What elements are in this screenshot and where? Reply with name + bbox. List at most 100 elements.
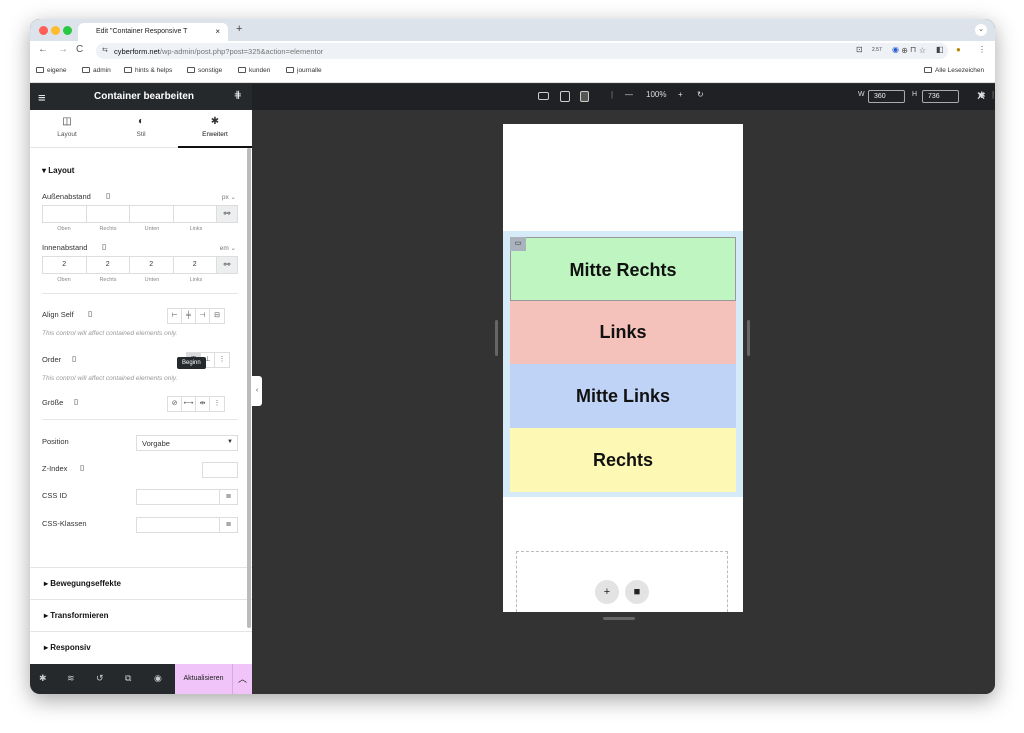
address-bar[interactable]: ⇆ cyberform.net/wp-admin/post.php?post=3… — [96, 43, 948, 59]
order-custom-icon[interactable]: ⋮ — [215, 353, 229, 367]
puzzle-icon[interactable]: ⊓ — [910, 45, 916, 54]
responsive-device-icon[interactable]: ▯ — [106, 191, 110, 200]
bookmark-star-icon[interactable]: ☆ — [919, 46, 926, 55]
zoom-out-icon[interactable]: — — [625, 90, 633, 99]
zoom-window-button[interactable] — [63, 26, 72, 35]
margin-unit-select[interactable]: px ⌄ — [222, 193, 236, 201]
reload-icon[interactable]: C — [76, 44, 83, 55]
z-index-input[interactable] — [202, 462, 238, 478]
resize-handle-right[interactable] — [747, 320, 750, 356]
sidepanel-icon[interactable]: ◧ — [936, 45, 944, 54]
dynamic-tags-icon[interactable]: ≣ — [219, 490, 237, 504]
css-classes-input[interactable]: ≣ — [136, 517, 238, 533]
tab-style[interactable]: ◐ Stil — [104, 110, 178, 148]
collapse-panel-button[interactable]: ‹ — [252, 376, 262, 406]
browser-tab[interactable]: Edit "Container Responsive T × — [78, 23, 228, 41]
password-icon[interactable]: ◉ — [892, 45, 899, 54]
extension-badge[interactable]: 2.57 — [872, 47, 882, 53]
desktop-icon[interactable]: d — [538, 92, 549, 100]
responsive-mode-icon[interactable]: ⧉ — [125, 673, 131, 684]
tablet-icon[interactable]: t — [560, 91, 570, 102]
section-layout-toggle[interactable]: ▾ Layout — [42, 166, 74, 175]
resize-handle-bottom[interactable] — [603, 617, 635, 620]
align-start-icon[interactable]: ⊢ — [168, 309, 182, 323]
close-window-button[interactable] — [39, 26, 48, 35]
settings-icon[interactable]: ✱ — [39, 673, 47, 684]
box-mitte-links[interactable]: Mitte Links — [510, 364, 736, 428]
responsive-device-icon[interactable]: ▯ — [72, 354, 76, 363]
align-end-icon[interactable]: ⊣ — [196, 309, 210, 323]
templates-folder-icon[interactable]: ■ — [625, 580, 649, 604]
container-edit-handle[interactable]: ▭ — [510, 237, 526, 251]
accordion-motion-effects[interactable]: ▸ Bewegungseffekte — [30, 567, 252, 599]
bookmark-folder[interactable]: sonstige — [187, 67, 222, 74]
forward-icon[interactable]: → — [58, 44, 68, 55]
preview-eye-icon[interactable]: ◉ — [154, 673, 162, 684]
css-id-input[interactable]: ≣ — [136, 489, 238, 505]
new-tab-button[interactable]: + — [236, 23, 242, 35]
box-links[interactable]: Links — [510, 301, 736, 364]
add-section-plus-icon[interactable]: + — [595, 580, 619, 604]
chevron-up-icon[interactable]: ︿ — [232, 664, 252, 694]
responsive-device-icon[interactable]: ▯ — [102, 242, 106, 251]
extension-icon[interactable]: ⊡ — [856, 45, 863, 54]
zoom-icon[interactable]: ⊕ — [901, 46, 908, 55]
panel-scrollbar[interactable] — [247, 148, 251, 628]
position-select[interactable]: Vorgabe ▼ — [136, 435, 238, 451]
history-icon[interactable]: ↺ — [96, 673, 104, 684]
padding-left-input[interactable]: 2 — [174, 257, 217, 273]
height-input[interactable]: 736 — [922, 90, 959, 103]
size-shrink-icon[interactable]: ⇹ — [196, 397, 210, 411]
responsive-device-icon[interactable]: ▯ — [80, 463, 84, 472]
link-values-icon[interactable]: ⚯ — [217, 206, 237, 222]
accordion-transform[interactable]: ▸ Transformieren — [30, 599, 252, 631]
size-custom-icon[interactable]: ⋮ — [210, 397, 224, 411]
flex-container[interactable]: Mitte Rechts ▭ Links Mitte Links Rechts — [503, 231, 743, 497]
bookmark-folder[interactable]: admin — [82, 67, 111, 74]
all-bookmarks[interactable]: Alle Lesezeichen — [924, 67, 984, 74]
zoom-in-icon[interactable]: + — [678, 90, 683, 99]
margin-top-input[interactable] — [43, 206, 87, 222]
bookmark-folder[interactable]: journalle — [286, 67, 322, 74]
tab-close-icon[interactable]: × — [215, 27, 220, 36]
tab-search-button[interactable]: ⌄ — [975, 24, 987, 36]
link-values-icon[interactable]: ⚯ — [217, 257, 237, 273]
profile-avatar[interactable]: ● — [956, 45, 961, 54]
responsive-device-icon[interactable]: ▯ — [74, 397, 78, 406]
bookmark-folder[interactable]: eigene — [36, 67, 67, 74]
close-editor-icon[interactable]: ✕ — [976, 89, 986, 103]
widgets-grid-icon[interactable]: ⋕ — [234, 90, 242, 101]
hamburger-icon[interactable]: ≡ — [38, 90, 46, 105]
bookmark-folder[interactable]: kunden — [238, 67, 270, 74]
width-input[interactable]: 360 — [868, 90, 905, 103]
dynamic-tags-icon[interactable]: ≣ — [219, 518, 237, 532]
bookmark-folder[interactable]: hints & helps — [124, 67, 172, 74]
margin-right-input[interactable] — [87, 206, 130, 222]
site-settings-icon[interactable]: ⇆ — [102, 46, 108, 54]
padding-bottom-input[interactable]: 2 — [130, 257, 174, 273]
add-section-dropzone[interactable] — [516, 551, 728, 612]
size-none-icon[interactable]: ⊘ — [168, 397, 182, 411]
size-grow-icon[interactable]: ⟷ — [182, 397, 196, 411]
resize-handle-left[interactable] — [495, 320, 498, 356]
menu-icon[interactable]: ⋮ — [978, 45, 986, 54]
align-stretch-icon[interactable]: ⊟ — [210, 309, 224, 323]
responsive-device-icon[interactable]: ▯ — [88, 309, 92, 318]
padding-unit-select[interactable]: em ⌄ — [220, 244, 236, 252]
box-mitte-rechts[interactable]: Mitte Rechts — [510, 237, 736, 301]
zoom-reset-icon[interactable]: ↻ — [697, 90, 704, 99]
tab-layout[interactable]: ◫ Layout — [30, 110, 104, 148]
align-center-icon[interactable]: ╪ — [182, 309, 196, 323]
accordion-responsive[interactable]: ▸ Responsiv — [30, 631, 252, 663]
tab-advanced[interactable]: ✱ Erweitert — [178, 110, 252, 148]
padding-top-input[interactable]: 2 — [43, 257, 87, 273]
mobile-icon[interactable]: m — [580, 91, 589, 102]
update-button[interactable]: Aktualisieren — [175, 664, 232, 694]
navigator-icon[interactable]: ≋ — [67, 673, 75, 684]
back-icon[interactable]: ← — [38, 44, 48, 55]
padding-right-input[interactable]: 2 — [87, 257, 130, 273]
minimize-window-button[interactable] — [51, 26, 60, 35]
box-rechts[interactable]: Rechts — [510, 428, 736, 492]
margin-bottom-input[interactable] — [130, 206, 174, 222]
margin-left-input[interactable] — [174, 206, 217, 222]
